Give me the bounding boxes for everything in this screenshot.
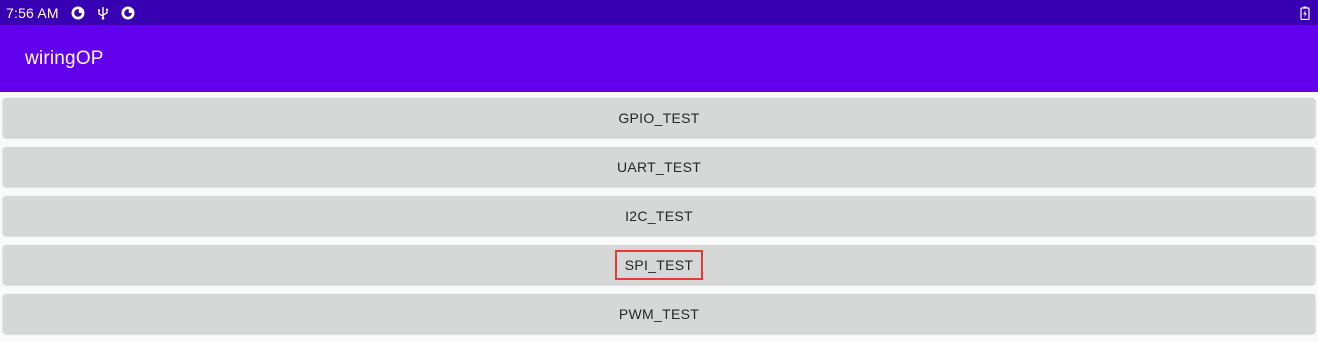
notification-icon xyxy=(121,6,135,20)
i2c-test-button[interactable]: I2C_TEST xyxy=(3,196,1315,235)
uart-test-button[interactable]: UART_TEST xyxy=(3,147,1315,186)
status-icons xyxy=(71,6,135,20)
app-title: wiringOP xyxy=(25,47,104,69)
spi-test-label: SPI_TEST xyxy=(614,249,704,280)
i2c-test-label: I2C_TEST xyxy=(625,207,693,224)
notification-icon xyxy=(71,6,85,20)
spi-test-button[interactable]: SPI_TEST xyxy=(3,245,1315,284)
gpio-test-button[interactable]: GPIO_TEST xyxy=(3,98,1315,137)
status-time: 7:56 AM xyxy=(6,4,59,21)
app-bar: wiringOP xyxy=(0,25,1318,92)
pwm-test-label: PWM_TEST xyxy=(618,305,700,322)
usb-icon xyxy=(96,6,110,20)
pwm-test-button[interactable]: PWM_TEST xyxy=(3,294,1315,333)
status-bar: 7:56 AM xyxy=(0,0,1318,25)
battery-charging-icon xyxy=(1300,6,1310,20)
uart-test-label: UART_TEST xyxy=(616,158,702,175)
gpio-test-label: GPIO_TEST xyxy=(618,109,700,126)
